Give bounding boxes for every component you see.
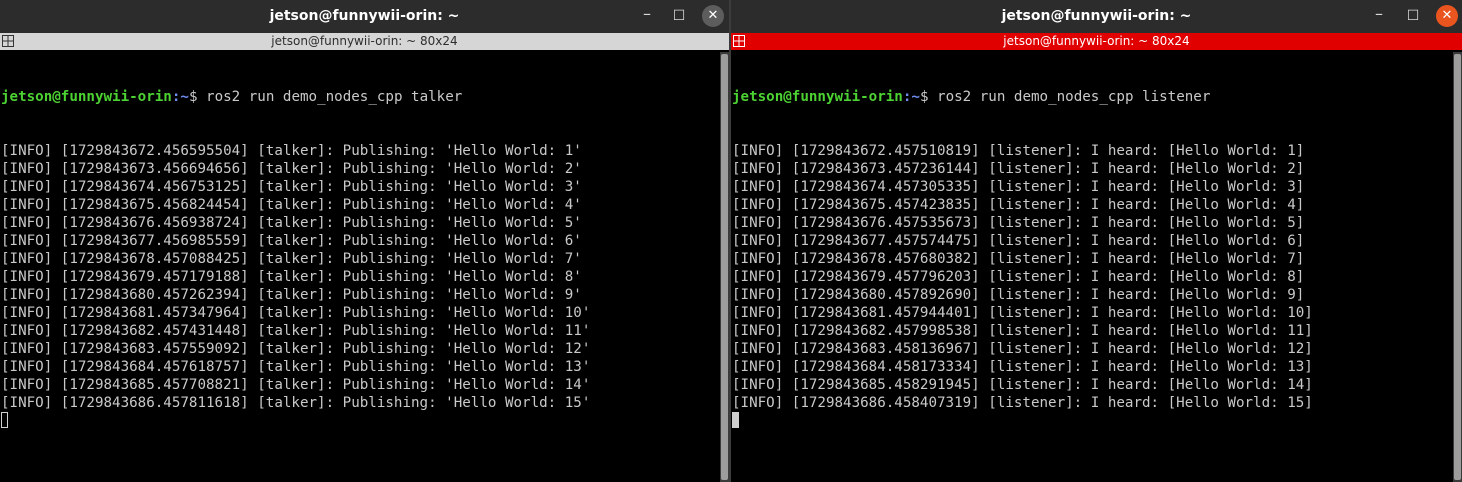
log-line: [INFO] [1729843678.457088425] [talker]: …: [1, 251, 582, 267]
cursor-line: [1, 412, 590, 430]
log-line: [INFO] [1729843679.457796203] [listener]…: [732, 269, 1305, 285]
log-line: [INFO] [1729843674.456753125] [talker]: …: [1, 179, 582, 195]
log-line: [INFO] [1729843672.457510819] [listener]…: [732, 143, 1305, 159]
maximize-button[interactable]: ☐: [668, 5, 690, 27]
prompt-user-host: jetson@funnywii-orin: [732, 89, 903, 105]
log-line: [INFO] [1729843676.456938724] [talker]: …: [1, 215, 582, 231]
prompt-line: jetson@funnywii-orin:~$ ros2 run demo_no…: [1, 88, 590, 106]
log-line: [INFO] [1729843672.456595504] [talker]: …: [1, 143, 582, 159]
terminal-window-talker[interactable]: jetson@funnywii-orin: ~ – ☐ ✕ jetson@fun…: [0, 0, 729, 482]
log-line: [INFO] [1729843677.457574475] [listener]…: [732, 233, 1305, 249]
log-line: [INFO] [1729843685.458291945] [listener]…: [732, 377, 1313, 393]
log-line: [INFO] [1729843681.457347964] [talker]: …: [1, 305, 591, 321]
log-line: [INFO] [1729843684.458173334] [listener]…: [732, 359, 1313, 375]
log-line: [INFO] [1729843684.457618757] [talker]: …: [1, 359, 591, 375]
window-title: jetson@funnywii-orin: ~: [1001, 8, 1192, 24]
terminal-cursor: [732, 412, 739, 428]
terminal-tab-bar[interactable]: jetson@funnywii-orin: ~ 80x24: [731, 33, 1462, 50]
scrollbar[interactable]: [720, 52, 729, 482]
scrollbar-thumb[interactable]: [721, 54, 728, 480]
scrollbar-thumb[interactable]: [1454, 54, 1461, 480]
window-titlebar[interactable]: jetson@funnywii-orin: ~ – ☐ ✕: [731, 0, 1462, 33]
log-line: [INFO] [1729843673.456694656] [talker]: …: [1, 161, 582, 177]
log-line: [INFO] [1729843682.457998538] [listener]…: [732, 323, 1313, 339]
log-line: [INFO] [1729843674.457305335] [listener]…: [732, 179, 1305, 195]
close-button[interactable]: ✕: [702, 5, 724, 27]
log-line: [INFO] [1729843683.457559092] [talker]: …: [1, 341, 591, 357]
log-line: [INFO] [1729843686.458407319] [listener]…: [732, 395, 1313, 411]
log-line: [INFO] [1729843683.458136967] [listener]…: [732, 341, 1313, 357]
log-line: [INFO] [1729843679.457179188] [talker]: …: [1, 269, 582, 285]
prompt-user-host: jetson@funnywii-orin: [1, 89, 172, 105]
log-line: [INFO] [1729843675.457423835] [listener]…: [732, 197, 1305, 213]
close-button[interactable]: ✕: [1436, 5, 1458, 27]
terminal-lines: jetson@funnywii-orin:~$ ros2 run demo_no…: [1, 52, 590, 430]
tab-title: jetson@funnywii-orin: ~ 80x24: [1003, 34, 1190, 48]
tab-title: jetson@funnywii-orin: ~ 80x24: [271, 34, 458, 48]
log-line: [INFO] [1729843680.457262394] [talker]: …: [1, 287, 582, 303]
log-line: [INFO] [1729843676.457535673] [listener]…: [732, 215, 1305, 231]
log-line: [INFO] [1729843675.456824454] [talker]: …: [1, 197, 582, 213]
terminal-window-listener[interactable]: jetson@funnywii-orin: ~ – ☐ ✕ jetson@fun…: [731, 0, 1462, 482]
log-line: [INFO] [1729843681.457944401] [listener]…: [732, 305, 1313, 321]
log-line: [INFO] [1729843680.457892690] [listener]…: [732, 287, 1305, 303]
window-title: jetson@funnywii-orin: ~: [269, 8, 460, 24]
prompt-command: ros2 run demo_nodes_cpp talker: [197, 89, 463, 105]
log-line: [INFO] [1729843682.457431448] [talker]: …: [1, 323, 591, 339]
terminal-output-area[interactable]: jetson@funnywii-orin:~$ ros2 run demo_no…: [0, 52, 729, 482]
cursor-line: [732, 412, 1313, 430]
prompt-command: ros2 run demo_nodes_cpp listener: [928, 89, 1211, 105]
minimize-button[interactable]: –: [636, 5, 658, 27]
terminal-tab-bar[interactable]: jetson@funnywii-orin: ~ 80x24: [0, 33, 729, 50]
prompt-line: jetson@funnywii-orin:~$ ros2 run demo_no…: [732, 88, 1313, 106]
terminal-lines: jetson@funnywii-orin:~$ ros2 run demo_no…: [732, 52, 1313, 430]
terminal-output-area[interactable]: jetson@funnywii-orin:~$ ros2 run demo_no…: [731, 52, 1462, 482]
prompt-path: :~: [902, 89, 920, 105]
scrollbar[interactable]: [1453, 52, 1462, 482]
log-line: [INFO] [1729843686.457811618] [talker]: …: [1, 395, 591, 411]
window-titlebar[interactable]: jetson@funnywii-orin: ~ – ☐ ✕: [0, 0, 729, 33]
log-line: [INFO] [1729843685.457708821] [talker]: …: [1, 377, 591, 393]
maximize-button[interactable]: ☐: [1402, 5, 1424, 27]
log-line: [INFO] [1729843677.456985559] [talker]: …: [1, 233, 582, 249]
log-line: [INFO] [1729843673.457236144] [listener]…: [732, 161, 1305, 177]
terminal-cursor: [1, 412, 8, 428]
prompt-path: :~: [171, 89, 189, 105]
log-line: [INFO] [1729843678.457680382] [listener]…: [732, 251, 1305, 267]
minimize-button[interactable]: –: [1368, 5, 1390, 27]
